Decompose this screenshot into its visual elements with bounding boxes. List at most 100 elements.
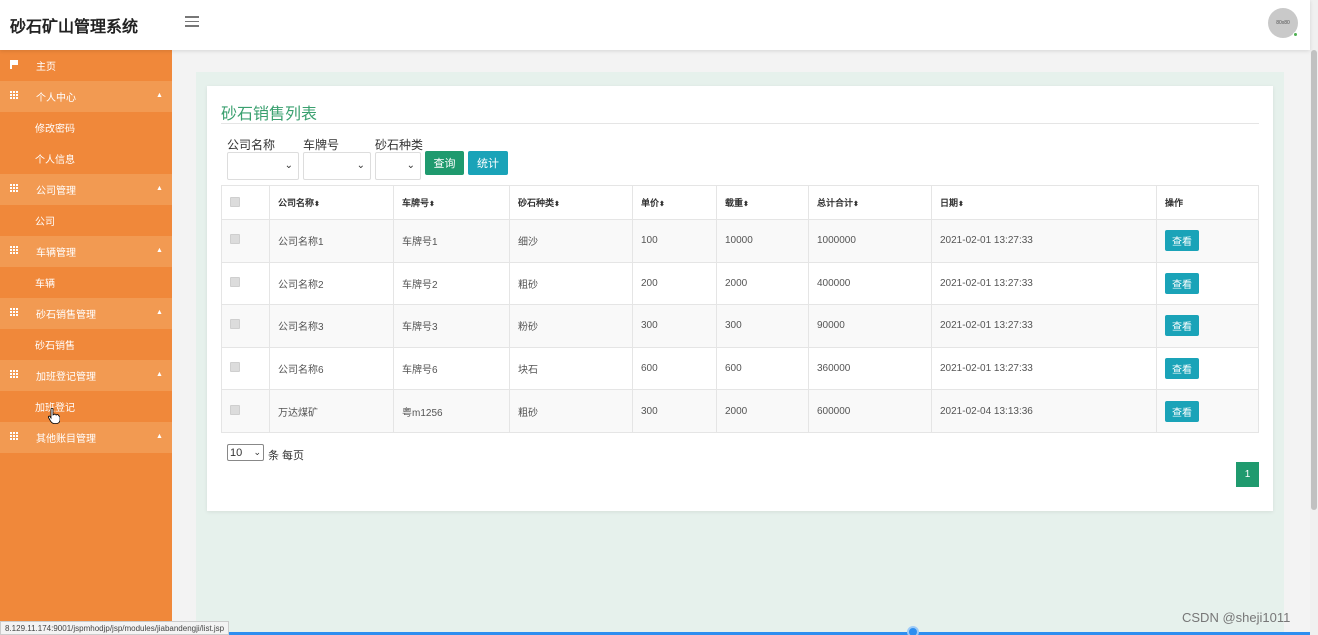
row-checkbox[interactable] bbox=[230, 234, 240, 245]
row-checkbox[interactable] bbox=[230, 404, 240, 415]
cell-total: 600000 bbox=[808, 389, 932, 433]
type-filter-label: 砂石种类 bbox=[375, 138, 424, 152]
col-type[interactable]: 砂石种类⬍ bbox=[509, 185, 633, 220]
cell-total: 400000 bbox=[808, 261, 932, 306]
col-plate[interactable]: 车牌号⬍ bbox=[393, 185, 510, 220]
flag-icon bbox=[10, 60, 19, 69]
online-status-icon bbox=[1293, 32, 1298, 37]
cell-load: 2000 bbox=[716, 261, 809, 306]
grid-icon bbox=[10, 432, 19, 441]
cell-price: 100 bbox=[632, 219, 717, 263]
cell-date: 2021-02-01 13:27:33 bbox=[931, 261, 1157, 306]
cell-company: 公司名称2 bbox=[269, 261, 394, 306]
table-row: 公司名称6 车牌号6 块石 600 600 360000 2021-02-01 13:27:… bbox=[221, 346, 1259, 391]
cell-actions: 查看 bbox=[1156, 389, 1259, 433]
table-header-row: 公司名称⬍ 车牌号⬍ 砂石种类⬍ 单价⬍ 载重⬍ 总计合计⬍ 日期⬍ 操作 bbox=[221, 185, 1259, 220]
cell-type: 块石 bbox=[509, 346, 633, 391]
sidebar-item-home[interactable]: 主页 bbox=[0, 50, 172, 81]
top-header: 砂石矿山管理系统 80x80 bbox=[0, 0, 1310, 50]
view-button[interactable]: 查看 bbox=[1165, 315, 1199, 337]
sidebar-item-overtime-mgmt[interactable]: 加班登记管理 ▲ bbox=[0, 360, 172, 391]
status-url: 8.129.11.174:9001/jspmhodjp/jsp/modules/… bbox=[0, 621, 230, 635]
caret-up-icon: ▲ bbox=[156, 433, 163, 440]
sidebar-item-sales[interactable]: 砂石销售 bbox=[0, 329, 172, 360]
row-checkbox[interactable] bbox=[230, 362, 240, 373]
plate-filter-label: 车牌号 bbox=[303, 138, 340, 152]
caret-up-icon: ▲ bbox=[156, 92, 163, 99]
col-load[interactable]: 载重⬍ bbox=[716, 185, 809, 220]
row-select-cell bbox=[221, 219, 270, 263]
cell-load: 10000 bbox=[716, 219, 809, 263]
sidebar-item-sales-mgmt[interactable]: 砂石销售管理 ▲ bbox=[0, 298, 172, 329]
caret-up-icon: ▲ bbox=[156, 371, 163, 378]
grid-icon bbox=[10, 184, 19, 193]
cell-company: 公司名称1 bbox=[269, 219, 394, 263]
sidebar-item-label: 砂石销售 bbox=[35, 341, 75, 352]
cell-actions: 查看 bbox=[1156, 304, 1259, 348]
cell-type: 粗砂 bbox=[509, 261, 633, 306]
col-date[interactable]: 日期⬍ bbox=[931, 185, 1157, 220]
cell-actions: 查看 bbox=[1156, 346, 1259, 391]
grid-icon bbox=[10, 246, 19, 255]
cell-price: 200 bbox=[632, 261, 717, 306]
menu-toggle-icon[interactable] bbox=[185, 16, 199, 28]
cell-plate: 车牌号6 bbox=[393, 346, 510, 391]
hand-cursor-icon bbox=[48, 408, 60, 424]
row-checkbox[interactable] bbox=[230, 319, 240, 330]
col-actions: 操作 bbox=[1156, 185, 1259, 220]
view-button[interactable]: 查看 bbox=[1165, 272, 1199, 294]
cell-actions: 查看 bbox=[1156, 261, 1259, 306]
chevron-down-icon: ⌄ bbox=[356, 160, 365, 171]
sidebar-item-company-mgmt[interactable]: 公司管理 ▲ bbox=[0, 174, 172, 205]
cell-price: 300 bbox=[632, 304, 717, 348]
sidebar-item-label: 个人信息 bbox=[35, 155, 75, 166]
cell-type: 粗砂 bbox=[509, 389, 633, 433]
page-size-select[interactable]: 10 ⌄ bbox=[227, 444, 264, 461]
page-button-1[interactable]: 1 bbox=[1236, 462, 1259, 487]
cell-date: 2021-02-01 13:27:33 bbox=[931, 219, 1157, 263]
sidebar-item-overtime-register[interactable]: 加班登记 bbox=[0, 391, 172, 422]
view-button[interactable]: 查看 bbox=[1165, 400, 1199, 422]
avatar[interactable]: 80x80 bbox=[1268, 8, 1298, 38]
col-total[interactable]: 总计合计⬍ bbox=[808, 185, 932, 220]
view-button[interactable]: 查看 bbox=[1165, 358, 1199, 380]
sidebar-item-label: 修改密码 bbox=[35, 124, 75, 135]
sort-icon: ⬍ bbox=[659, 201, 665, 208]
row-checkbox[interactable] bbox=[230, 276, 240, 287]
sidebar-item-personal-info[interactable]: 个人信息 bbox=[0, 143, 172, 174]
cell-load: 2000 bbox=[716, 389, 809, 433]
select-all-checkbox[interactable] bbox=[230, 196, 240, 207]
sort-icon: ⬍ bbox=[853, 201, 859, 208]
table-row: 公司名称2 车牌号2 粗砂 200 2000 400000 2021-02-01 13:27… bbox=[221, 261, 1259, 306]
sort-icon: ⬍ bbox=[554, 201, 560, 208]
sales-table: 公司名称⬍ 车牌号⬍ 砂石种类⬍ 单价⬍ 载重⬍ 总计合计⬍ 日期⬍ 操作 公司… bbox=[221, 185, 1259, 433]
chevron-down-icon: ⌄ bbox=[406, 160, 415, 171]
col-company[interactable]: 公司名称⬍ bbox=[269, 185, 394, 220]
grid-icon bbox=[10, 308, 19, 317]
cell-total: 360000 bbox=[808, 346, 932, 391]
sidebar-item-vehicle[interactable]: 车辆 bbox=[0, 267, 172, 298]
company-filter-label: 公司名称 bbox=[227, 138, 276, 152]
sidebar-item-personal-center[interactable]: 个人中心 ▲ bbox=[0, 81, 172, 112]
cell-total: 90000 bbox=[808, 304, 932, 348]
sidebar-item-label: 个人中心 bbox=[36, 93, 76, 104]
cell-company: 万达煤矿 bbox=[269, 389, 394, 433]
scrollbar-thumb[interactable] bbox=[1311, 50, 1317, 510]
table-row: 万达煤矿 粤m1256 粗砂 300 2000 600000 2021-02-04 13:1… bbox=[221, 389, 1259, 433]
company-select[interactable]: ⌄ bbox=[227, 152, 299, 180]
sidebar-item-label: 公司 bbox=[35, 217, 55, 228]
sidebar-item-vehicle-mgmt[interactable]: 车辆管理 ▲ bbox=[0, 236, 172, 267]
caret-up-icon: ▲ bbox=[156, 185, 163, 192]
view-button[interactable]: 查看 bbox=[1165, 230, 1199, 252]
col-price[interactable]: 单价⬍ bbox=[632, 185, 717, 220]
sidebar-item-change-password[interactable]: 修改密码 bbox=[0, 112, 172, 143]
sidebar-item-company[interactable]: 公司 bbox=[0, 205, 172, 236]
sidebar-item-other-accounts-mgmt[interactable]: 其他账目管理 ▲ bbox=[0, 422, 172, 453]
cell-company: 公司名称3 bbox=[269, 304, 394, 348]
stats-button[interactable]: 统计 bbox=[468, 151, 508, 175]
row-select-cell bbox=[221, 304, 270, 348]
page-scrollbar[interactable] bbox=[1310, 0, 1318, 635]
search-button[interactable]: 查询 bbox=[425, 151, 464, 175]
plate-select[interactable]: ⌄ bbox=[303, 152, 371, 180]
type-select[interactable]: ⌄ bbox=[375, 152, 421, 180]
